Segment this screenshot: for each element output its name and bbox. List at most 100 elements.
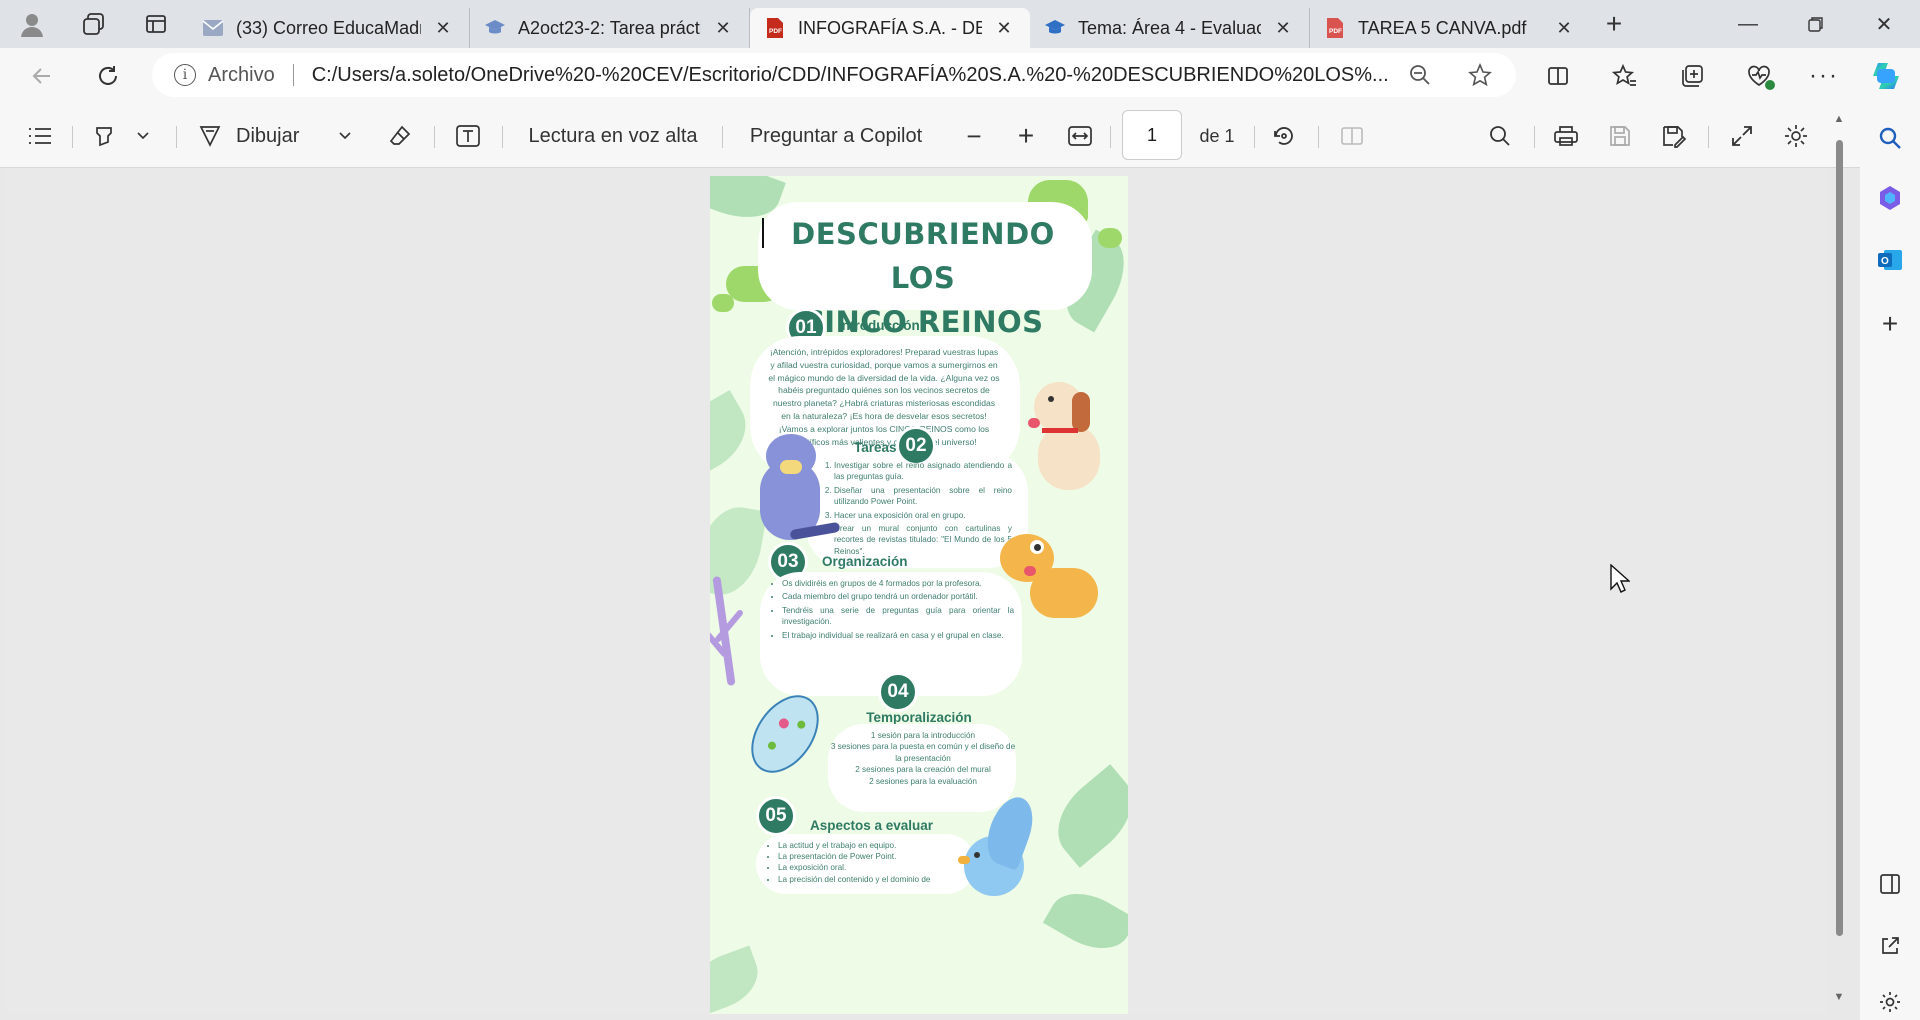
chevron-down-icon[interactable] [330, 114, 360, 158]
print-icon[interactable] [1544, 114, 1588, 158]
read-aloud-button[interactable]: Lectura en voz alta [524, 114, 702, 158]
profile-avatar-icon[interactable] [0, 0, 64, 48]
fullscreen-icon[interactable] [1720, 114, 1764, 158]
address-field[interactable]: i Archivo C:/Users/a.soleto/OneDrive%20-… [152, 53, 1516, 97]
dog-illustration [1028, 374, 1108, 494]
leaf-decoration [1041, 764, 1128, 868]
toolbar-separator [502, 126, 503, 148]
sidebar-copilot-icon[interactable] [1872, 180, 1908, 216]
section-list: La actitud y el trabajo en equipo. La pr… [768, 840, 978, 885]
list-item: Crear un mural conjunto con cartulinas y… [834, 523, 1012, 557]
eraser-icon[interactable] [378, 114, 422, 158]
tab-infografia[interactable]: PDF INFOGRAFÍA S.A. - DESCUBRIENDO LOS C… [750, 8, 1030, 48]
close-icon[interactable]: ✕ [711, 16, 735, 40]
page-current: 1 [1146, 124, 1157, 145]
list-item: 2 sesiones para la creación del mural [855, 765, 991, 775]
gear-icon[interactable] [1774, 114, 1818, 158]
tab-actions-icon[interactable] [124, 0, 188, 48]
list-item: 2 sesiones para la evaluación [869, 776, 977, 786]
scrollbar-thumb[interactable] [1836, 140, 1843, 936]
back-button[interactable] [20, 54, 64, 98]
highlight-icon[interactable] [82, 114, 126, 158]
list-item: 3 sesiones para la puesta en común y el … [830, 742, 1016, 763]
toolbar-separator [1708, 126, 1709, 148]
contents-list-icon[interactable] [18, 114, 62, 158]
tab-tema-area4[interactable]: Tema: Área 4 - Evaluación ✕ [1030, 8, 1310, 48]
close-icon[interactable]: ✕ [1552, 16, 1576, 40]
vertical-scrollbar[interactable]: ▲ ▼ [1828, 112, 1850, 1012]
list-item: Investigar sobre el reino asignado atend… [834, 460, 1012, 483]
scroll-down-arrow[interactable]: ▼ [1832, 992, 1846, 1003]
section-list: Os dividiréis en grupos de 4 formados po… [772, 578, 1014, 643]
edge-sidebar: O + [1860, 104, 1920, 1020]
section-number: 04 [878, 672, 918, 712]
close-icon[interactable]: ✕ [1271, 16, 1295, 40]
pdf-viewer[interactable]: DESCUBRIENDO LOS CINCO REINOS 01 Introdu… [6, 168, 1828, 1014]
fit-page-icon[interactable] [1058, 114, 1102, 158]
add-text-icon[interactable] [446, 114, 490, 158]
search-icon[interactable] [1478, 114, 1522, 158]
external-link-icon[interactable] [1872, 928, 1908, 964]
tab-tarea-practica[interactable]: A2oct23-2: Tarea práctica ✕ [470, 8, 750, 48]
pdf-icon: PDF [764, 17, 786, 39]
section-title: Aspectos a evaluar [810, 818, 934, 833]
sidebar-settings-icon[interactable] [1872, 984, 1908, 1020]
toolbar-separator [434, 126, 435, 148]
draw-button[interactable]: Dibujar [198, 114, 326, 158]
section-title: Temporalización [866, 710, 972, 725]
chevron-down-icon[interactable] [128, 114, 158, 158]
split-screen-icon[interactable] [1536, 54, 1580, 98]
collections-icon[interactable] [1670, 54, 1714, 98]
rotate-icon[interactable] [1262, 114, 1306, 158]
sidebar-search-icon[interactable] [1872, 120, 1908, 156]
favorite-star-icon[interactable] [1458, 53, 1502, 97]
read-aloud-label: Lectura en voz alta [528, 124, 698, 147]
hide-sidebar-icon[interactable] [1872, 866, 1908, 902]
svg-text:PDF: PDF [1329, 28, 1342, 35]
two-page-view-icon [1330, 114, 1374, 158]
mail-icon [202, 17, 224, 39]
zoom-out-button[interactable]: − [952, 114, 996, 158]
section-list: 1 sesión para la introducción 3 sesiones… [830, 730, 1016, 787]
workspaces-icon[interactable] [64, 0, 124, 48]
save-as-icon[interactable] [1652, 114, 1696, 158]
zoom-in-button[interactable]: + [1004, 114, 1048, 158]
puppy-illustration [1000, 528, 1110, 628]
chameleon-illustration [1098, 228, 1122, 248]
pdf-toolbar: Dibujar Lectura en voz alta Preguntar a … [0, 104, 1860, 168]
address-separator [292, 64, 294, 86]
protozoan-illustration [737, 682, 833, 786]
list-item: 1 sesión para la introducción [870, 731, 976, 740]
address-url[interactable]: C:/Users/a.soleto/OneDrive%20-%20CEV/Esc… [312, 64, 1402, 87]
copilot-icon[interactable] [1864, 54, 1908, 98]
pdf-page[interactable]: DESCUBRIENDO LOS CINCO REINOS 01 Introdu… [710, 176, 1128, 1014]
list-item: El trabajo individual se realizará en ca… [782, 630, 1014, 641]
scroll-up-arrow[interactable]: ▲ [1832, 114, 1846, 125]
add-sidebar-app-icon[interactable]: + [1872, 306, 1908, 342]
leaf-decoration [1042, 879, 1128, 963]
zoom-out-icon[interactable] [1398, 53, 1442, 97]
page-total-label: de 1 [1199, 125, 1235, 146]
close-icon[interactable]: ✕ [992, 16, 1016, 40]
browser-essentials-icon[interactable] [1737, 54, 1781, 98]
tab-correo[interactable]: (33) Correo EducaMadrid ✕ [188, 8, 470, 48]
favorites-icon[interactable] [1603, 54, 1647, 98]
section-title: Introducción [838, 318, 920, 333]
toolbar-separator [176, 126, 177, 148]
refresh-button[interactable] [86, 54, 130, 98]
new-tab-button[interactable]: + [1590, 4, 1638, 44]
close-icon[interactable]: ✕ [431, 16, 455, 40]
settings-and-more-icon[interactable]: ··· [1802, 54, 1846, 98]
minimize-button[interactable]: — [1714, 0, 1782, 48]
list-item: La actitud y el trabajo en equipo. [778, 840, 978, 851]
ask-copilot-button[interactable]: Preguntar a Copilot [744, 114, 928, 158]
toolbar-separator [1534, 126, 1535, 148]
browser-window: (33) Correo EducaMadrid ✕ A2oct23-2: Tar… [0, 0, 1920, 1020]
outlook-icon[interactable]: O [1872, 242, 1908, 278]
site-info-icon[interactable]: i [174, 64, 196, 86]
close-window-button[interactable]: ✕ [1850, 0, 1918, 48]
tab-strip: (33) Correo EducaMadrid ✕ A2oct23-2: Tar… [0, 0, 1920, 48]
page-number-input[interactable]: 1 [1122, 110, 1182, 160]
restore-button[interactable] [1782, 0, 1850, 48]
tab-tarea5-canva[interactable]: PDF TAREA 5 CANVA.pdf ✕ [1310, 8, 1590, 48]
